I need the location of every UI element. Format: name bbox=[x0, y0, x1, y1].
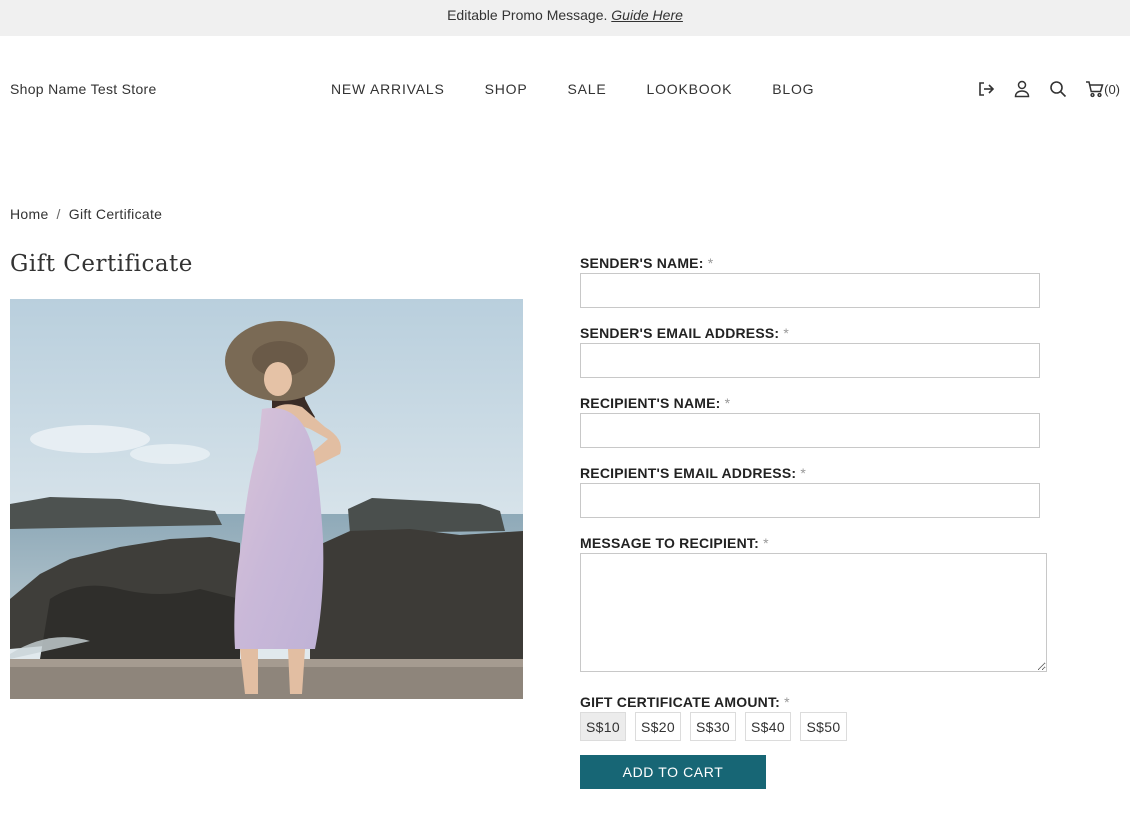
nav-shop[interactable]: SHOP bbox=[485, 81, 528, 97]
page-title: Gift Certificate bbox=[10, 251, 193, 277]
message-label-text: MESSAGE TO RECIPIENT: bbox=[580, 535, 759, 551]
cart-icon[interactable] bbox=[1084, 79, 1104, 99]
promo-bar: Editable Promo Message. Guide Here bbox=[0, 0, 1130, 36]
breadcrumb: Home / Gift Certificate bbox=[10, 206, 162, 222]
nav-lookbook[interactable]: LOOKBOOK bbox=[646, 81, 732, 97]
promo-guide-link[interactable]: Guide Here bbox=[611, 7, 683, 23]
required-mark: * bbox=[784, 694, 790, 710]
sender-email-input[interactable] bbox=[580, 343, 1040, 378]
amount-option-20[interactable]: S$20 bbox=[635, 712, 681, 741]
breadcrumb-separator: / bbox=[56, 206, 61, 222]
header-icons: (0) bbox=[976, 79, 1120, 99]
promo-text: Editable Promo Message. bbox=[447, 7, 608, 23]
sender-email-label: SENDER'S EMAIL ADDRESS: * bbox=[580, 325, 789, 341]
required-mark: * bbox=[783, 325, 790, 341]
amount-option-50[interactable]: S$50 bbox=[800, 712, 847, 741]
user-icon[interactable] bbox=[1012, 79, 1032, 99]
cart-count[interactable]: (0) bbox=[1104, 82, 1120, 97]
store-name[interactable]: Shop Name Test Store bbox=[10, 81, 157, 97]
recipient-name-label: RECIPIENT'S NAME: * bbox=[580, 395, 730, 411]
product-image bbox=[10, 299, 523, 699]
sender-name-input[interactable] bbox=[580, 273, 1040, 308]
recipient-email-label: RECIPIENT'S EMAIL ADDRESS: * bbox=[580, 465, 806, 481]
nav-sale[interactable]: SALE bbox=[567, 81, 606, 97]
logout-icon[interactable] bbox=[976, 79, 996, 99]
amount-label-text: GIFT CERTIFICATE AMOUNT: bbox=[580, 694, 781, 710]
sender-name-label-text: SENDER'S NAME: bbox=[580, 255, 704, 271]
required-mark: * bbox=[763, 535, 769, 551]
recipient-email-label-text: RECIPIENT'S EMAIL ADDRESS: bbox=[580, 465, 797, 481]
message-label: MESSAGE TO RECIPIENT: * bbox=[580, 535, 769, 551]
required-mark: * bbox=[707, 255, 714, 271]
nav-new-arrivals[interactable]: NEW ARRIVALS bbox=[331, 81, 445, 97]
breadcrumb-home[interactable]: Home bbox=[10, 206, 49, 222]
required-mark: * bbox=[724, 395, 731, 411]
amount-option-10[interactable]: S$10 bbox=[580, 712, 626, 741]
recipient-name-label-text: RECIPIENT'S NAME: bbox=[580, 395, 721, 411]
add-to-cart-button[interactable]: ADD TO CART bbox=[580, 755, 766, 789]
search-icon[interactable] bbox=[1048, 79, 1068, 99]
recipient-email-input[interactable] bbox=[580, 483, 1040, 518]
required-mark: * bbox=[800, 465, 806, 481]
amount-label: GIFT CERTIFICATE AMOUNT: * bbox=[580, 694, 790, 710]
message-textarea[interactable] bbox=[580, 553, 1047, 672]
nav-blog[interactable]: BLOG bbox=[772, 81, 814, 97]
sender-email-label-text: SENDER'S EMAIL ADDRESS: bbox=[580, 325, 780, 341]
amount-option-40[interactable]: S$40 bbox=[745, 712, 791, 741]
recipient-name-input[interactable] bbox=[580, 413, 1040, 448]
main-nav: NEW ARRIVALS SHOP SALE LOOKBOOK BLOG bbox=[331, 81, 814, 97]
amount-options: S$10 S$20 S$30 S$40 S$50 bbox=[580, 712, 856, 741]
amount-option-30[interactable]: S$30 bbox=[690, 712, 736, 741]
breadcrumb-current: Gift Certificate bbox=[68, 206, 163, 222]
sender-name-label: SENDER'S NAME: * bbox=[580, 255, 713, 271]
